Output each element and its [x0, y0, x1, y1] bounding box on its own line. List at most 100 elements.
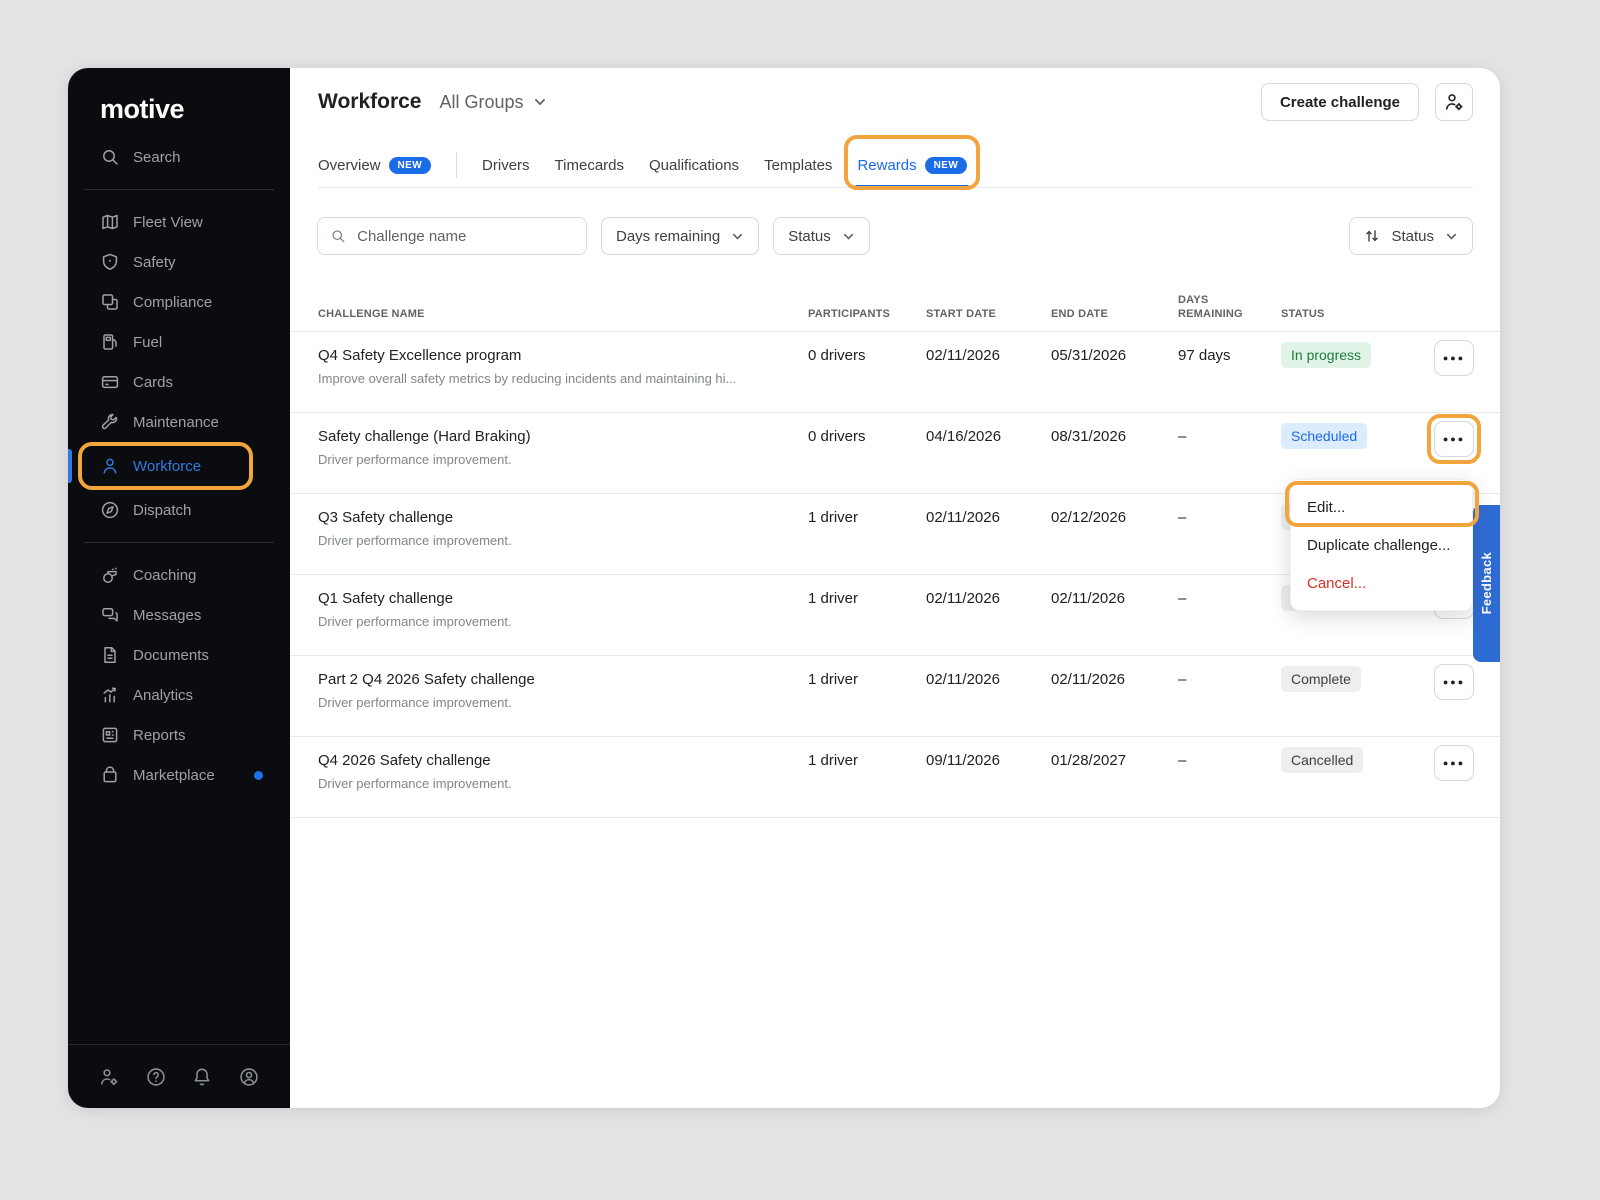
sidebar-item-dispatch[interactable]: Dispatch [68, 490, 290, 530]
challenge-name-search[interactable] [317, 217, 587, 255]
sidebar-item-label: Maintenance [133, 414, 219, 431]
tab-qualifications[interactable]: Qualifications [649, 143, 739, 187]
sidebar-item-marketplace[interactable]: Marketplace [68, 755, 290, 795]
sidebar-item-search[interactable]: Search [68, 137, 290, 177]
end-date-cell: 05/31/2026 [1051, 332, 1178, 412]
sidebar-item-reports[interactable]: Reports [68, 715, 290, 755]
challenge-name: Q4 Safety Excellence program [318, 347, 808, 364]
fuel-pump-icon [100, 332, 120, 352]
context-menu-item-cancel[interactable]: Cancel... [1291, 564, 1472, 602]
sidebar-item-documents[interactable]: Documents [68, 635, 290, 675]
sidebar-item-maintenance[interactable]: Maintenance [68, 402, 290, 442]
participants-cell: 1 driver [808, 494, 926, 574]
analytics-chart-icon [100, 685, 120, 705]
person-icon [100, 456, 120, 476]
start-date-cell: 09/11/2026 [926, 737, 1051, 817]
start-date-cell: 04/16/2026 [926, 413, 1051, 493]
notifications-button[interactable] [191, 1066, 213, 1088]
map-icon [100, 212, 120, 232]
context-menu-item-duplicate[interactable]: Duplicate challenge... [1291, 526, 1472, 564]
sidebar-divider [84, 542, 274, 543]
sort-dropdown[interactable]: Status [1349, 217, 1473, 255]
sidebar-item-cards[interactable]: Cards [68, 362, 290, 402]
user-settings-button[interactable] [98, 1066, 120, 1088]
feedback-tab[interactable]: Feedback [1473, 505, 1500, 662]
sidebar-item-workforce[interactable]: Workforce [78, 442, 253, 490]
challenge-name: Part 2 Q4 2026 Safety challenge [318, 671, 808, 688]
header-actions: Create challenge [1261, 83, 1473, 121]
help-icon [145, 1066, 167, 1088]
tab-templates[interactable]: Templates [764, 143, 832, 187]
row-actions-button[interactable]: ●●● [1434, 340, 1474, 376]
sidebar-item-label: Reports [133, 727, 186, 744]
status-badge: Complete [1281, 666, 1361, 692]
table-row[interactable]: Q4 Safety Excellence program Improve ove… [290, 332, 1500, 413]
sidebar-item-label: Coaching [133, 567, 196, 584]
sidebar-item-label: Fuel [133, 334, 162, 351]
sidebar-item-coaching[interactable]: Coaching [68, 555, 290, 595]
motive-logo: motive [68, 68, 290, 125]
table-row[interactable]: Q4 2026 Safety challenge Driver performa… [290, 737, 1500, 818]
column-header-end-date: END DATE [1051, 307, 1178, 331]
sidebar-item-label: Workforce [133, 458, 201, 475]
chevron-down-icon [1445, 230, 1458, 243]
chevron-down-icon [533, 95, 547, 109]
sort-arrows-icon [1364, 228, 1380, 244]
group-filter-dropdown[interactable]: All Groups [439, 92, 546, 113]
sidebar-item-safety[interactable]: Safety [68, 242, 290, 282]
active-item-indicator-bar [68, 449, 72, 483]
context-menu-item-edit[interactable]: Edit... [1291, 488, 1472, 526]
sidebar-item-label: Marketplace [133, 767, 215, 784]
sidebar-item-label: Compliance [133, 294, 212, 311]
tab-drivers[interactable]: Drivers [482, 143, 530, 187]
tab-overview[interactable]: Overview NEW [318, 143, 431, 187]
sidebar-item-messages[interactable]: Messages [68, 595, 290, 635]
days-remaining-cell: – [1178, 494, 1281, 574]
days-remaining-cell: – [1178, 413, 1281, 493]
sidebar-item-fuel[interactable]: Fuel [68, 322, 290, 362]
row-actions-button[interactable]: ●●● [1434, 745, 1474, 781]
tab-rewards[interactable]: Rewards NEW [857, 143, 967, 187]
sidebar-item-label: Safety [133, 254, 176, 271]
tab-label: Rewards [857, 157, 916, 174]
table-row[interactable]: Part 2 Q4 2026 Safety challenge Driver p… [290, 656, 1500, 737]
chat-bubbles-icon [100, 605, 120, 625]
filter-label: Status [788, 228, 831, 245]
help-button[interactable] [145, 1066, 167, 1088]
compliance-icon [100, 292, 120, 312]
sort-label: Status [1391, 228, 1434, 245]
end-date-cell: 08/31/2026 [1051, 413, 1178, 493]
start-date-cell: 02/11/2026 [926, 656, 1051, 736]
sidebar-item-label: Messages [133, 607, 201, 624]
credit-card-icon [100, 372, 120, 392]
days-remaining-cell: – [1178, 656, 1281, 736]
sidebar-item-compliance[interactable]: Compliance [68, 282, 290, 322]
row-actions-button[interactable]: ●●● [1434, 664, 1474, 700]
shield-icon [100, 252, 120, 272]
ellipsis-icon: ●●● [1443, 677, 1465, 687]
search-input[interactable] [355, 227, 574, 246]
sidebar-item-analytics[interactable]: Analytics [68, 675, 290, 715]
days-remaining-filter[interactable]: Days remaining [601, 217, 759, 255]
row-actions-button[interactable]: ●●● [1434, 421, 1474, 457]
challenge-description: Driver performance improvement. [318, 452, 808, 467]
challenge-name: Q1 Safety challenge [318, 590, 808, 607]
manage-users-button[interactable] [1435, 83, 1473, 121]
status-badge: Cancelled [1281, 747, 1363, 773]
participants-cell: 1 driver [808, 575, 926, 655]
ellipsis-icon: ●●● [1443, 434, 1465, 444]
tab-bar: Overview NEW Drivers Timecards Qualifica… [318, 143, 1473, 188]
account-button[interactable] [238, 1066, 260, 1088]
status-filter[interactable]: Status [773, 217, 870, 255]
create-challenge-button[interactable]: Create challenge [1261, 83, 1419, 121]
filter-label: Days remaining [616, 228, 720, 245]
start-date-cell: 02/11/2026 [926, 332, 1051, 412]
sidebar: motive Search Fleet View Safety Complian… [68, 68, 290, 1108]
sidebar-item-fleet-view[interactable]: Fleet View [68, 202, 290, 242]
tab-timecards[interactable]: Timecards [555, 143, 624, 187]
column-header-status: STATUS [1281, 307, 1434, 331]
participants-cell: 1 driver [808, 656, 926, 736]
column-header-participants: PARTICIPANTS [808, 307, 926, 331]
new-badge: NEW [925, 157, 968, 174]
end-date-cell: 01/28/2027 [1051, 737, 1178, 817]
